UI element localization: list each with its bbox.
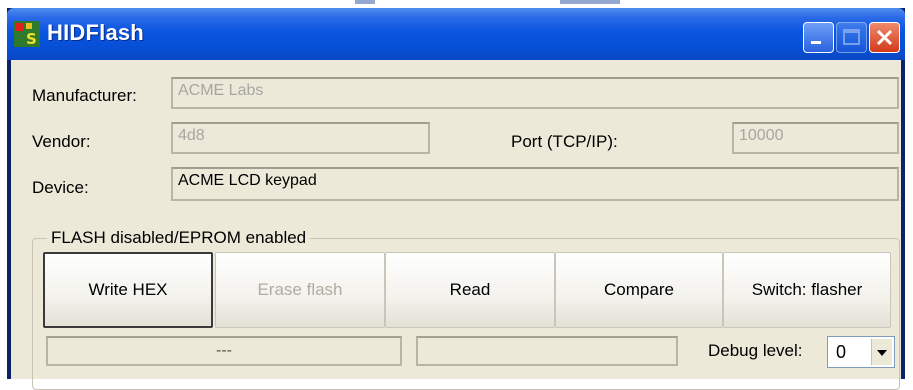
hidflash-window: S HIDFlash Manufacturer: ACME Labs Vendo… [7,8,905,390]
desktop-background [0,0,913,8]
debug-level-value: 0 [836,342,847,362]
port-field[interactable]: 10000 [732,122,899,154]
maximize-icon [843,29,860,45]
write-hex-button[interactable]: Write HEX [43,252,213,328]
erase-flash-button[interactable]: Erase flash [215,252,385,328]
debug-level-select[interactable]: 0 [827,336,895,368]
status-field-left: --- [46,336,402,366]
window-client-area: Manufacturer: ACME Labs Vendor: 4d8 Port… [11,60,901,390]
switch-flasher-button[interactable]: Switch: flasher [723,252,891,328]
close-button[interactable] [869,22,900,53]
minimize-button[interactable] [803,22,834,53]
read-button[interactable]: Read [385,252,555,328]
vendor-label: Vendor: [32,132,91,151]
dropdown-arrow-button[interactable] [871,339,892,365]
desktop-artifact [355,0,375,4]
svg-text:S: S [26,30,37,47]
minimize-icon [811,41,821,44]
window-title: HIDFlash [47,20,144,45]
status-field-right [416,336,678,366]
desktop-artifact [560,0,620,4]
manufacturer-field[interactable]: ACME Labs [171,77,899,109]
hidflash-app-icon: S [14,21,40,47]
vendor-field[interactable]: 4d8 [171,122,430,154]
compare-button[interactable]: Compare [555,252,723,328]
manufacturer-label: Manufacturer: [32,86,137,105]
chevron-down-icon [877,350,887,356]
maximize-button[interactable] [836,22,867,53]
debug-level-label: Debug level: [708,341,803,360]
device-field[interactable]: ACME LCD keypad [171,167,899,201]
close-icon [876,29,893,46]
flash-mode-group-title: FLASH disabled/EPROM enabled [47,228,311,248]
title-bar[interactable]: S HIDFlash [7,8,905,60]
device-label: Device: [32,178,89,197]
port-label: Port (TCP/IP): [511,132,618,151]
